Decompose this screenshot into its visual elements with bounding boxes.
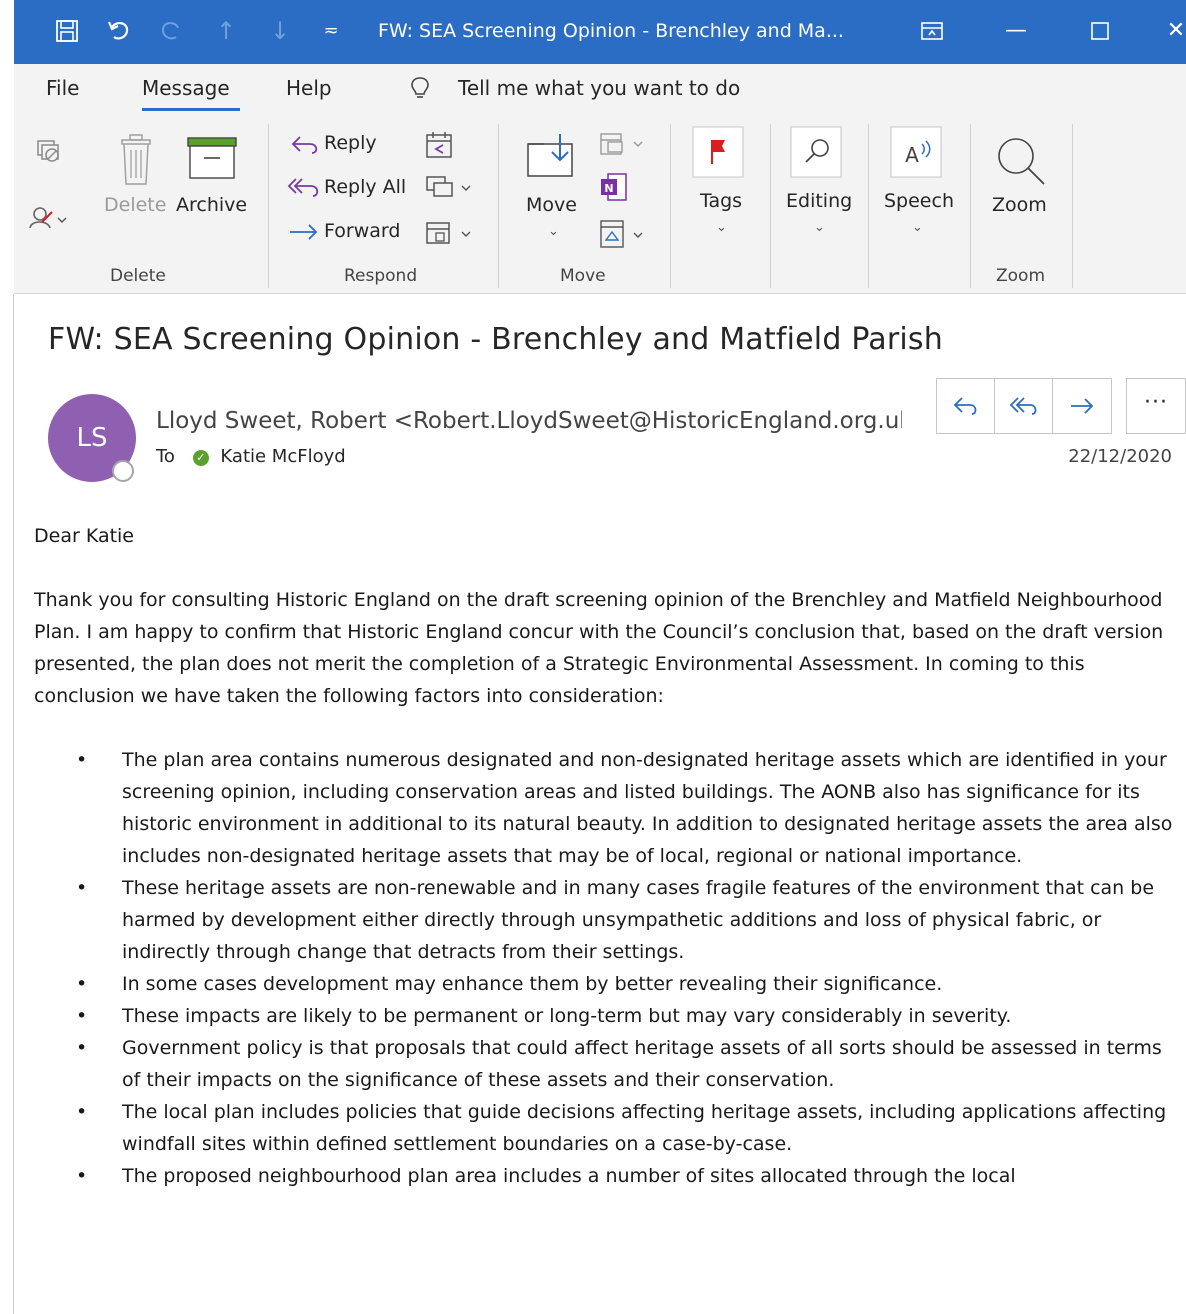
body-paragraph: Thank you for consulting Historic Englan… [34,589,1164,707]
checkmark-icon: ✓ [192,450,209,466]
title-bar-edge [0,0,14,64]
greeting: Dear Katie [34,525,135,547]
svg-text:N: N [604,182,613,195]
up-arrow-icon: ↑ [215,17,237,45]
rules-icon[interactable] [598,130,648,164]
tell-me-search[interactable]: Tell me what you want to do [458,76,740,100]
list-item: The plan area contains numerous designat… [76,744,1184,872]
customize-quick-access-icon[interactable]: ≂ [318,14,344,48]
list-item: These heritage assets are non-renewable … [76,872,1184,968]
maximize-button[interactable] [1080,14,1120,48]
reading-pane-border [13,294,14,1314]
speech-button[interactable]: Speech [884,190,954,212]
im-reply-icon[interactable] [424,174,474,206]
reply-icon [953,397,976,415]
onenote-icon[interactable]: N [600,172,628,206]
close-button[interactable]: ✕ [1166,14,1186,48]
svg-text:A: A [905,143,919,167]
minimize-button[interactable]: — [996,14,1036,48]
editing-button[interactable]: Editing [786,190,852,212]
save-icon[interactable] [52,14,82,48]
ribbon: Delete Archive Delete Reply Reply All Fo… [14,116,1186,294]
down-arrow-icon: ↓ [269,17,291,45]
forward-action-button[interactable] [1053,379,1111,433]
group-label-delete: Delete [110,266,166,286]
chevron-down-icon[interactable]: ⌄ [912,220,923,235]
reply-all-icon [286,176,322,202]
list-item: The local plan includes policies that gu… [76,1096,1184,1160]
more-actions-button[interactable]: ··· [1126,378,1186,434]
group-separator [1072,124,1073,288]
zoom-icon [994,134,1050,194]
ribbon-display-options-icon[interactable] [912,14,952,48]
group-label-respond: Respond [344,266,418,286]
speech-icon: A [890,126,942,182]
group-separator [268,124,269,288]
tab-message[interactable]: Message [142,76,230,100]
actions-icon[interactable] [598,218,648,254]
factor-list: The plan area contains numerous designat… [76,744,1184,1192]
editing-icon [790,126,842,182]
title-bar: ↑ ↓ ≂ FW: SEA Screening Opinion - Brench… [0,0,1186,64]
group-separator [670,124,671,288]
group-label-zoom: Zoom [996,266,1046,286]
recipient-name[interactable]: Katie McFloyd [220,446,345,467]
chevron-down-icon[interactable]: ⌄ [548,224,559,239]
redo-icon [156,14,186,48]
undo-icon[interactable] [104,14,134,48]
forward-button[interactable]: Forward [324,220,400,242]
move-icon [526,132,578,182]
sender-name[interactable]: Lloyd Sweet, Robert <Robert.LloydSweet@H… [156,408,902,434]
group-separator [970,124,971,288]
list-item: The proposed neighbourhood plan area inc… [76,1160,1184,1192]
tab-help[interactable]: Help [286,76,332,100]
recipient-line: To ✓ Katie McFloyd [156,446,346,467]
message-subject: FW: SEA Screening Opinion - Brenchley an… [48,322,943,357]
delete-button[interactable]: Delete [104,194,166,216]
archive-button[interactable]: Archive [176,194,247,216]
quick-actions [936,378,1112,434]
tags-button[interactable]: Tags [700,190,742,212]
clean-up-icon[interactable] [28,202,70,234]
presence-status-icon [112,460,134,482]
forward-icon [1071,398,1094,414]
move-button[interactable]: Move [526,194,577,216]
more-respond-icon[interactable] [424,218,474,252]
menu-bar: File Message Help Tell me what you want … [14,64,1186,116]
message-date: 22/12/2020 [1068,446,1172,467]
window-title: FW: SEA Screening Opinion - Brenchley an… [378,20,844,42]
reply-icon [290,134,320,158]
reply-all-button[interactable]: Reply All [324,176,406,198]
meeting-reply-icon[interactable] [424,130,454,164]
to-label: To [156,446,175,467]
reply-all-action-button[interactable] [995,379,1053,433]
chevron-down-icon[interactable]: ⌄ [814,220,825,235]
tags-icon [692,126,744,182]
lightbulb-icon[interactable] [410,76,430,105]
ignore-icon[interactable] [36,138,64,168]
reply-all-icon [1009,397,1036,415]
list-item: Government policy is that proposals that… [76,1032,1184,1096]
list-item: These impacts are likely to be permanent… [76,1000,1184,1032]
reply-action-button[interactable] [937,379,995,433]
group-label-move: Move [560,266,606,286]
delete-icon [118,134,154,190]
zoom-button[interactable]: Zoom [992,194,1047,216]
list-item: In some cases development may enhance th… [76,968,1184,1000]
message-body: Dear Katie Thank you for consulting Hist… [34,520,1184,1192]
tab-file[interactable]: File [46,76,79,100]
archive-icon [186,136,238,184]
reply-button[interactable]: Reply [324,132,377,154]
forward-icon [288,222,320,246]
group-separator [498,124,499,288]
active-tab-indicator [142,108,240,111]
group-separator [868,124,869,288]
chevron-down-icon[interactable]: ⌄ [716,220,727,235]
group-separator [770,124,771,288]
